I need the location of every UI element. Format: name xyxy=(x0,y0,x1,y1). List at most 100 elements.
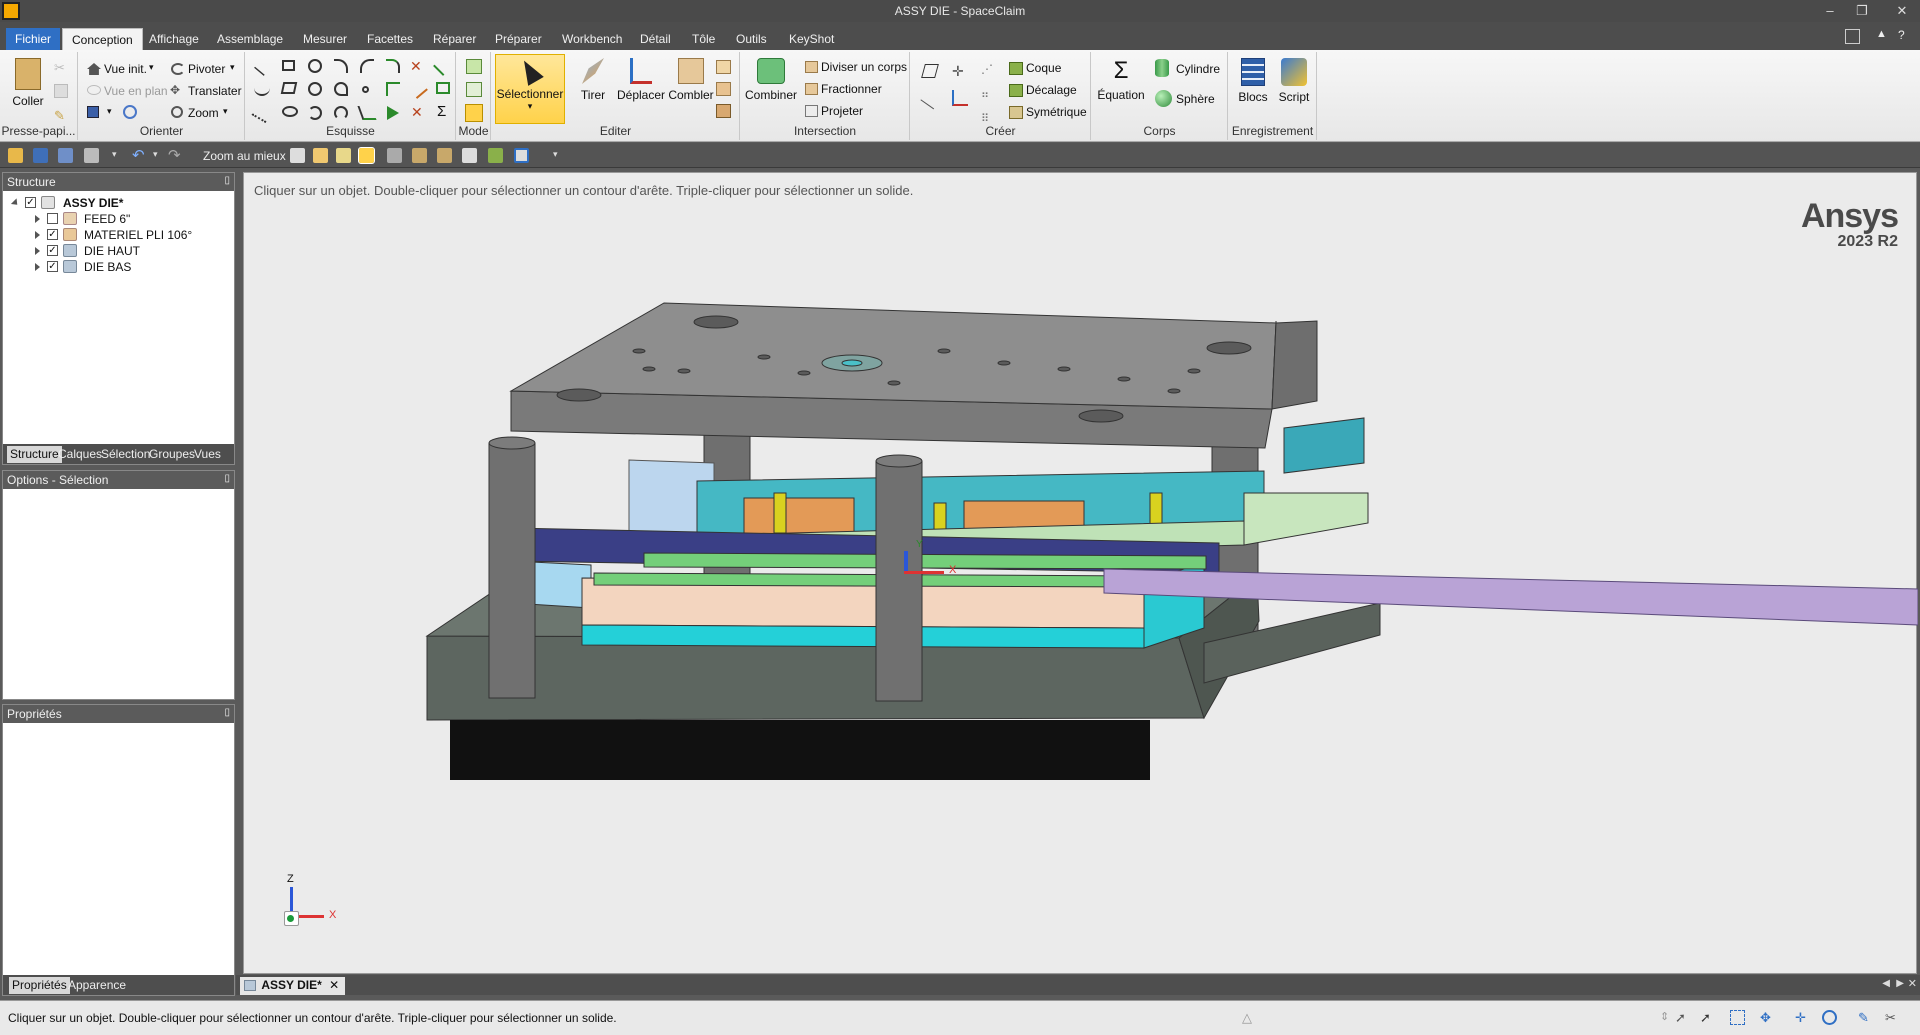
construction-line-icon[interactable] xyxy=(251,102,273,124)
bend-icon[interactable] xyxy=(357,106,377,120)
corner-icon[interactable] xyxy=(386,82,400,96)
select-mode-icon[interactable]: ➚ xyxy=(1675,1010,1690,1025)
tab-facettes[interactable]: Facettes xyxy=(358,28,422,50)
print-icon[interactable] xyxy=(84,148,99,163)
circle-tool-icon[interactable] xyxy=(308,59,322,73)
shell-button[interactable]: Coque xyxy=(1026,61,1061,75)
close-document-icon[interactable]: ✕ xyxy=(1908,977,1917,990)
cursor-icon[interactable]: ➚ xyxy=(1700,1010,1715,1025)
project-curve-icon[interactable] xyxy=(436,82,450,94)
plan-view-button[interactable]: Vue en plan xyxy=(104,84,168,98)
sweep-arc-icon[interactable] xyxy=(334,82,348,96)
trim-icon[interactable]: ✕ xyxy=(410,58,426,74)
tweak-face-icon[interactable] xyxy=(716,82,731,96)
equation-button[interactable]: Σ Équation xyxy=(1096,58,1146,103)
offset-button[interactable]: Décalage xyxy=(1026,83,1077,97)
tab-structure[interactable]: Structure xyxy=(7,446,62,463)
arc-circular-icon[interactable] xyxy=(334,106,348,120)
app-logo-icon[interactable] xyxy=(2,2,20,20)
split-button[interactable]: Fractionner xyxy=(821,82,882,96)
chevron-down-icon[interactable]: ▾ xyxy=(230,62,235,73)
collapse-icon[interactable] xyxy=(10,198,21,208)
spline-tool-icon[interactable] xyxy=(254,82,270,96)
3d-viewport[interactable]: Cliquer sur un objet. Double-cliquer pou… xyxy=(243,172,1918,975)
tab-keyshot[interactable]: KeyShot xyxy=(780,28,843,50)
tree-item-materiel[interactable]: ✓ MATERIEL PLI 106° xyxy=(3,227,233,243)
die-assembly-model[interactable] xyxy=(244,173,1918,975)
arc-3pt-tool-icon[interactable] xyxy=(360,59,374,73)
expand-icon[interactable] xyxy=(35,263,40,271)
arc-center-icon[interactable] xyxy=(308,106,322,120)
offset-curve-icon[interactable] xyxy=(433,56,453,76)
cube-view-icon[interactable] xyxy=(87,106,99,118)
extend-curve-icon[interactable] xyxy=(387,106,399,120)
view-triad[interactable]: Z X xyxy=(284,873,354,953)
delete-curve-icon[interactable]: ✕ xyxy=(411,104,427,120)
tab-affichage[interactable]: Affichage xyxy=(140,28,208,50)
measure-quick-icon[interactable] xyxy=(412,148,427,163)
box-select-icon[interactable] xyxy=(1730,1010,1745,1025)
display-style-icon[interactable]: ✂ xyxy=(1885,1010,1900,1025)
settings-gear-icon[interactable] xyxy=(514,148,529,163)
mirror-button[interactable]: Symétrique xyxy=(1026,105,1087,119)
move-button[interactable]: Déplacer xyxy=(616,58,666,102)
pull-button[interactable]: Tirer xyxy=(570,58,616,102)
pencil-icon[interactable] xyxy=(488,148,503,163)
plane-icon[interactable] xyxy=(921,64,939,78)
expand-icon[interactable] xyxy=(35,215,40,223)
tree-item-die-haut[interactable]: ✓ DIE HAUT xyxy=(3,243,233,259)
combine-button[interactable]: Combiner xyxy=(745,58,797,102)
sketch-view-icon[interactable]: ✎ xyxy=(1858,1010,1873,1025)
help-icon[interactable]: ? xyxy=(1898,28,1905,42)
pin-icon[interactable]: ▯ xyxy=(224,473,230,484)
chevron-down-icon[interactable]: ▾ xyxy=(112,149,117,160)
tab-mesurer[interactable]: Mesurer xyxy=(294,28,356,50)
redo-icon[interactable]: ↷ xyxy=(168,146,181,164)
zoom-button[interactable]: Zoom xyxy=(188,106,219,120)
tab-scroll-right-icon[interactable]: ▶ xyxy=(1896,978,1904,989)
checkbox-icon[interactable]: ✓ xyxy=(47,261,58,272)
dimension-icon[interactable] xyxy=(462,148,477,163)
copy-icon[interactable] xyxy=(54,84,68,98)
close-icon[interactable]: ✕ xyxy=(1888,0,1916,22)
snap-icon[interactable] xyxy=(387,148,402,163)
tab-proprietes[interactable]: Propriétés xyxy=(9,977,70,994)
tab-workbench[interactable]: Workbench xyxy=(553,28,631,50)
chevron-down-icon[interactable]: ▾ xyxy=(149,62,154,73)
arc-tool-icon[interactable] xyxy=(334,59,348,73)
expand-icon[interactable] xyxy=(35,231,40,239)
ribbon-collapse-icon[interactable]: ▲ xyxy=(1876,28,1887,40)
zoom-fit-button[interactable]: Zoom au mieux xyxy=(203,149,286,163)
chevron-down-icon[interactable]: ▾ xyxy=(223,106,228,117)
checkbox-icon[interactable]: ✓ xyxy=(25,197,36,208)
script-button[interactable]: Script xyxy=(1275,58,1313,104)
format-painter-icon[interactable]: ✎ xyxy=(54,108,68,123)
chevron-down-icon[interactable]: ▾ xyxy=(107,106,112,117)
tab-assemblage[interactable]: Assemblage xyxy=(208,28,292,50)
tree-root[interactable]: ✓ ASSY DIE* xyxy=(3,195,233,211)
expand-icon[interactable] xyxy=(35,247,40,255)
tab-apparence[interactable]: Apparence xyxy=(65,977,129,994)
section-mode-icon[interactable] xyxy=(466,82,482,97)
translate-button[interactable]: Translater xyxy=(188,84,242,98)
3d-mode-icon[interactable] xyxy=(465,104,483,122)
checkbox-icon[interactable]: ✓ xyxy=(47,229,58,240)
undo-icon[interactable]: ↶ xyxy=(132,146,145,164)
line-tool-icon[interactable] xyxy=(254,58,272,76)
sphere-button[interactable]: Sphère xyxy=(1176,92,1215,106)
tab-fichier[interactable]: Fichier xyxy=(6,28,61,50)
sigma-icon[interactable]: Σ xyxy=(437,104,451,120)
new-document-icon[interactable] xyxy=(290,148,305,163)
tab-outils[interactable]: Outils xyxy=(727,28,776,50)
paste-quick-icon[interactable] xyxy=(313,148,328,163)
ellipse-tool-icon[interactable] xyxy=(282,106,298,117)
pattern-icon[interactable]: ⋰ xyxy=(981,62,995,76)
tools-quick-icon[interactable] xyxy=(437,148,452,163)
chevron-down-icon[interactable]: ▾ xyxy=(553,149,558,160)
cut-icon[interactable]: ✂ xyxy=(54,60,68,75)
tab-detail[interactable]: Détail xyxy=(631,28,680,50)
fill-button[interactable]: Combler xyxy=(668,58,714,102)
tree-item-feed[interactable]: FEED 6" xyxy=(3,211,233,227)
pivot-button[interactable]: Pivoter xyxy=(188,62,225,76)
pan-view-icon[interactable]: ✛ xyxy=(1795,1010,1810,1025)
